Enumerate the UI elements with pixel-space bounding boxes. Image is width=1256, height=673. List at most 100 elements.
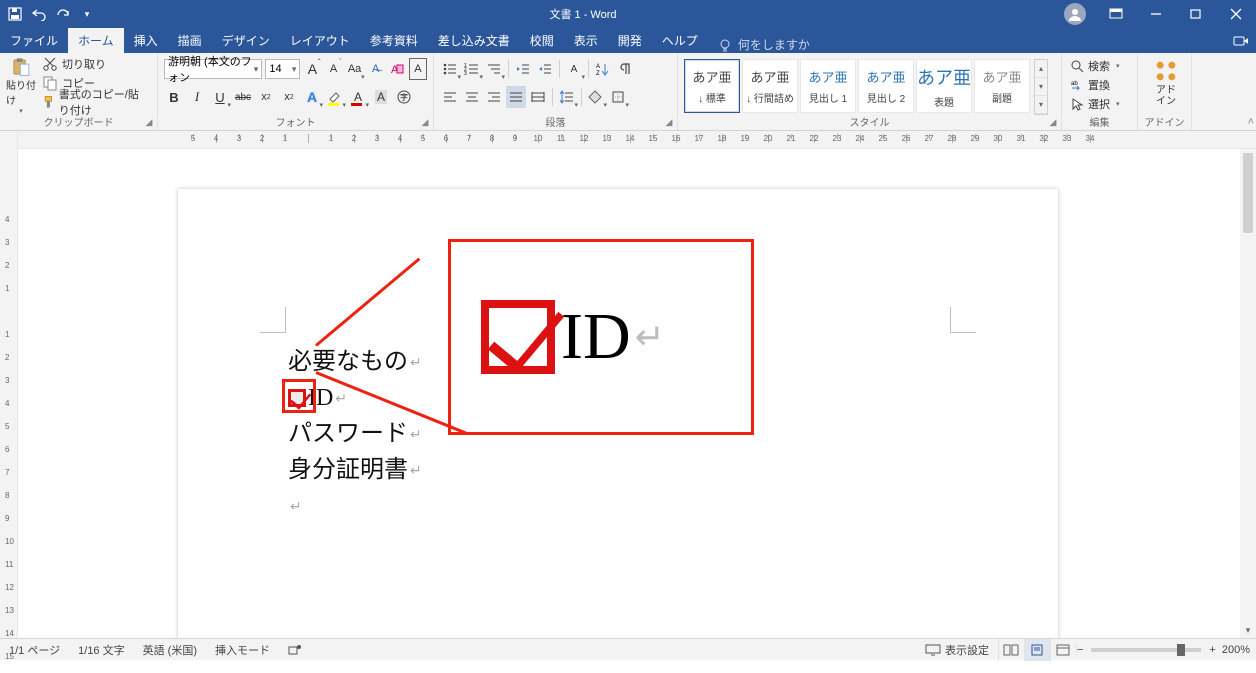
tab-review[interactable]: 校閲 [520,28,564,53]
tab-insert[interactable]: 挿入 [124,28,168,53]
underline-button[interactable]: U▾ [210,86,230,108]
style-normal[interactable]: あア亜↓ 標準 [684,59,740,113]
style-heading2[interactable]: あア亜見出し 2 [858,59,914,113]
highlight-button[interactable]: ▾ [325,86,345,108]
print-layout-button[interactable] [1024,639,1050,661]
styles-dialog-launcher[interactable]: ◢ [1047,116,1059,128]
bold-button[interactable]: B [164,86,184,108]
cut-button[interactable]: 切り取り [40,55,151,73]
show-marks-button[interactable] [615,58,635,80]
addin-button[interactable]: アド イン [1144,55,1188,107]
zoom-out-button[interactable]: − [1076,644,1083,656]
tab-home[interactable]: ホーム [68,28,124,53]
horizontal-ruler[interactable]: 5432112345678910111213141516171819202122… [18,131,1256,149]
char-border-button[interactable]: A [409,58,427,80]
tab-file[interactable]: ファイル [0,28,68,53]
scroll-down-button[interactable]: ▾ [1240,622,1256,638]
text-effects-button[interactable]: A▾ [302,86,322,108]
line-4[interactable]: 身分証明書↵ [288,452,422,488]
vertical-ruler[interactable]: 4321123456789101112131415 [0,131,18,638]
phonetic-guide-button[interactable]: A̶ [367,58,385,80]
style-title[interactable]: あア亜表題 [916,59,972,113]
replace-button[interactable]: ab置換 [1068,76,1131,94]
tab-layout[interactable]: レイアウト [280,28,360,53]
styles-scroll[interactable]: ▴▾▾ [1034,59,1048,115]
tell-me-search[interactable]: 何をしますか [708,36,820,53]
increase-indent-button[interactable] [535,58,555,80]
format-painter-button[interactable]: 書式のコピー/貼り付け [40,93,151,111]
undo-button[interactable] [28,3,50,25]
find-button[interactable]: 検索▾ [1068,57,1131,75]
enclose-char-button[interactable]: 字 [394,86,414,108]
justify-button[interactable] [506,86,526,108]
share-button[interactable] [1226,28,1256,53]
superscript-button[interactable]: x2 [279,86,299,108]
sort-button[interactable]: AZ [593,58,613,80]
line-1[interactable]: 必要なもの↵ [288,344,422,380]
bullets-button[interactable]: ▾ [440,58,460,80]
para-dialog-launcher[interactable]: ◢ [663,116,675,128]
minimize-button[interactable] [1136,0,1176,28]
clipboard-dialog-launcher[interactable]: ◢ [143,116,155,128]
display-settings-button[interactable]: 表示設定 [916,642,998,658]
zoom-slider[interactable] [1091,648,1201,652]
distribute-button[interactable] [528,86,548,108]
maximize-button[interactable] [1176,0,1216,28]
vertical-scrollbar[interactable]: ▴ ▾ [1240,149,1256,638]
decrease-indent-button[interactable] [513,58,533,80]
grow-font-button[interactable]: Aˆ [303,58,321,80]
style-nospacing[interactable]: あア亜↓ 行間詰め [742,59,798,113]
select-button[interactable]: 選択▾ [1068,95,1131,113]
line-5[interactable]: ↵ [288,488,422,524]
user-avatar[interactable] [1064,3,1086,25]
macro-recorder-button[interactable] [279,644,311,656]
clear-format-button[interactable]: A [388,58,406,80]
redo-button[interactable] [52,3,74,25]
close-button[interactable] [1216,0,1256,28]
paste-button[interactable]: 貼り付け ▾ [6,55,36,115]
tab-references[interactable]: 参考資料 [360,28,428,53]
style-subtitle[interactable]: あア亜副題 [974,59,1030,113]
align-right-button[interactable] [484,86,504,108]
ribbon-display-button[interactable] [1096,0,1136,28]
font-dialog-launcher[interactable]: ◢ [419,116,431,128]
tab-mailings[interactable]: 差し込み文書 [428,28,520,53]
align-center-button[interactable] [462,86,482,108]
shading-button[interactable]: ▾ [586,86,606,108]
scroll-thumb[interactable] [1243,153,1253,233]
style-heading1[interactable]: あア亜見出し 1 [800,59,856,113]
line-3[interactable]: パスワード↵ [288,416,422,452]
tab-design[interactable]: デザイン [212,28,280,53]
subscript-button[interactable]: x2 [256,86,276,108]
zoom-percent[interactable]: 200% [1216,644,1256,656]
status-lang[interactable]: 英語 (米国) [134,642,206,658]
font-color-button[interactable]: A▾ [348,86,368,108]
asian-layout-button[interactable]: A▾ [564,58,584,80]
line-spacing-button[interactable]: ▾ [557,86,577,108]
tab-view[interactable]: 表示 [564,28,608,53]
multilevel-button[interactable]: ▾ [484,58,504,80]
tab-developer[interactable]: 開発 [608,28,652,53]
strike-button[interactable]: abc [233,86,253,108]
web-layout-button[interactable] [1050,639,1076,661]
tab-help[interactable]: ヘルプ [652,28,708,53]
read-mode-button[interactable] [998,639,1024,661]
status-words[interactable]: 1/16 文字 [69,642,133,658]
font-size-combo[interactable]: 14 [265,59,300,79]
borders-button[interactable]: ▾ [608,86,628,108]
align-left-button[interactable] [440,86,460,108]
qat-customize-button[interactable]: ▾ [76,3,98,25]
document-content[interactable]: 必要なもの↵ ID↵ パスワード↵ 身分証明書↵ ↵ [288,344,422,524]
change-case-button[interactable]: Aa▾ [346,58,364,80]
font-name-combo[interactable]: 游明朝 (本文のフォン [164,59,262,79]
numbering-button[interactable]: 123▾ [462,58,482,80]
italic-button[interactable]: I [187,86,207,108]
tab-draw[interactable]: 描画 [168,28,212,53]
save-button[interactable] [4,3,26,25]
zoom-slider-knob[interactable] [1177,644,1185,656]
char-shading-button[interactable]: A [371,86,391,108]
shrink-font-button[interactable]: Aˇ [324,58,342,80]
document-canvas[interactable]: 必要なもの↵ ID↵ パスワード↵ 身分証明書↵ ↵ ID ↵ [18,149,1240,638]
status-mode[interactable]: 挿入モード [206,642,279,658]
collapse-ribbon-button[interactable]: ˄ [1248,116,1254,128]
